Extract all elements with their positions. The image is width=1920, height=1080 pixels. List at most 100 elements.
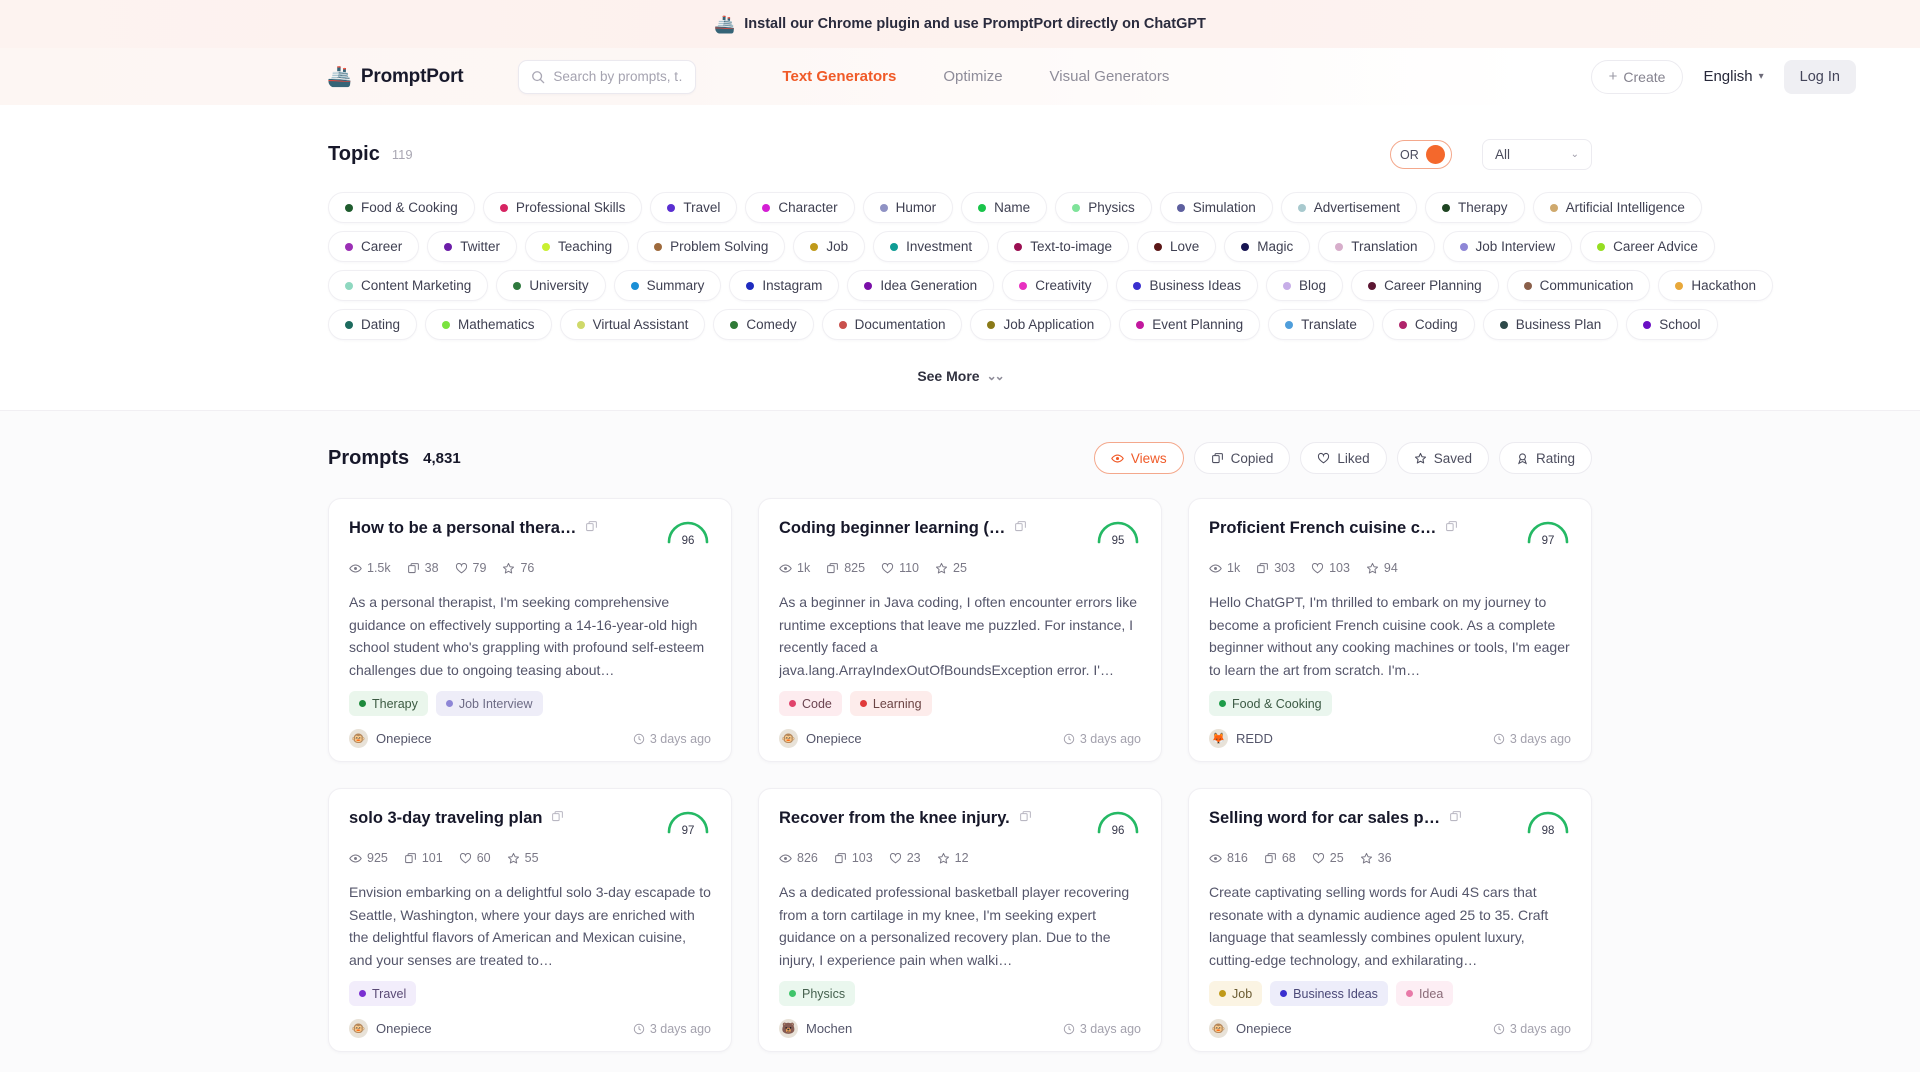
sort-tab-rating[interactable]: Rating (1498, 442, 1592, 474)
topic-tag[interactable]: Twitter (427, 231, 518, 262)
topic-tag[interactable]: Summary (613, 270, 722, 301)
prompt-title[interactable]: Coding beginner learning (… (779, 518, 1005, 539)
topic-tag[interactable]: Career (328, 231, 420, 262)
topic-tag[interactable]: Business Ideas (1116, 270, 1259, 301)
topic-tag[interactable]: Professional Skills (482, 192, 643, 223)
copy-icon[interactable] (1019, 810, 1032, 828)
brand-logo[interactable]: 🚢 PromptPort (327, 66, 464, 88)
prompt-title[interactable]: Selling word for car sales p… (1209, 808, 1440, 829)
topic-tag[interactable]: Communication (1506, 270, 1651, 301)
prompt-author[interactable]: 🐻 Mochen (779, 1019, 852, 1038)
topic-tag[interactable]: Event Planning (1119, 309, 1261, 340)
topic-tag[interactable]: Translation (1318, 231, 1435, 262)
nav-optimize[interactable]: Optimize (943, 68, 1002, 85)
prompt-author[interactable]: 🐵 Onepiece (779, 729, 862, 748)
topic-tag[interactable]: Comedy (713, 309, 814, 340)
copy-icon[interactable] (1445, 520, 1458, 538)
topic-tag[interactable]: Character (745, 192, 855, 223)
topic-tag[interactable]: Idea Generation (847, 270, 995, 301)
topic-tag[interactable]: Teaching (525, 231, 630, 262)
topic-tag[interactable]: Translate (1268, 309, 1374, 340)
prompt-card[interactable]: Proficient French cuisine c… 97 1k 303 103 94… (1188, 498, 1592, 762)
topic-tag[interactable]: Instagram (729, 270, 840, 301)
topic-tag[interactable]: Hackathon (1658, 270, 1773, 301)
prompt-chip[interactable]: Therapy (349, 691, 428, 716)
nav-text-generators[interactable]: Text Generators (782, 68, 896, 85)
sort-tab-copied[interactable]: Copied (1193, 442, 1291, 474)
prompt-author[interactable]: 🐵 Onepiece (349, 729, 432, 748)
topic-tag[interactable]: Content Marketing (328, 270, 489, 301)
prompt-card[interactable]: Coding beginner learning (… 95 1k 825 110 25 A… (758, 498, 1162, 762)
search-input[interactable]: Search by prompts, t… (518, 59, 697, 94)
topic-tag[interactable]: Mathematics (425, 309, 552, 340)
topic-tag[interactable]: Coding (1381, 309, 1475, 340)
topic-tag[interactable]: Travel (650, 192, 738, 223)
prompt-chip[interactable]: Business Ideas (1270, 981, 1388, 1006)
topic-color-dot (576, 320, 585, 329)
copy-icon[interactable] (1014, 520, 1027, 538)
topic-tag[interactable]: Business Plan (1482, 309, 1619, 340)
nav-visual-generators[interactable]: Visual Generators (1050, 68, 1170, 85)
prompt-author[interactable]: 🐵 Onepiece (349, 1019, 432, 1038)
topic-tag[interactable]: Artificial Intelligence (1532, 192, 1702, 223)
topic-tag[interactable]: Dating (328, 309, 418, 340)
create-button[interactable]: + Create (1590, 59, 1684, 94)
prompt-author[interactable]: 🐵 Onepiece (1209, 1019, 1292, 1038)
prompt-excerpt: Envision embarking on a delightful solo … (349, 884, 711, 969)
prompt-card[interactable]: Recover from the knee injury. 96 826 103 23 1… (758, 788, 1162, 1052)
prompt-title[interactable]: How to be a personal thera… (349, 518, 576, 539)
topic-tag[interactable]: Job (793, 231, 866, 262)
topic-tag[interactable]: Magic (1224, 231, 1311, 262)
see-more-button[interactable]: See More ⌄⌄ (917, 368, 1004, 384)
card-stats: 925 101 60 55 (349, 851, 711, 865)
topic-tag[interactable]: Love (1136, 231, 1217, 262)
prompt-chip[interactable]: Code (779, 691, 842, 716)
topic-tag[interactable]: Virtual Assistant (559, 309, 706, 340)
prompt-author[interactable]: 🦊 REDD (1209, 729, 1273, 748)
copy-icon[interactable] (551, 810, 564, 828)
prompt-chip[interactable]: Idea (1395, 981, 1454, 1006)
logic-toggle[interactable]: OR (1390, 140, 1452, 169)
prompt-chip[interactable]: Food & Cooking (1209, 691, 1332, 716)
topic-tag[interactable]: University (496, 270, 606, 301)
prompt-card[interactable]: solo 3-day traveling plan 97 925 101 60 55 Env… (328, 788, 732, 1052)
sort-tab-liked[interactable]: Liked (1300, 442, 1387, 474)
topic-tag[interactable]: Documentation (821, 309, 963, 340)
topic-tag[interactable]: Text-to-image (997, 231, 1129, 262)
topic-tag[interactable]: Humor (862, 192, 954, 223)
sort-tab-saved[interactable]: Saved (1396, 442, 1489, 474)
login-button[interactable]: Log In (1783, 59, 1856, 94)
prompt-chip[interactable]: Physics (779, 981, 856, 1006)
prompt-title[interactable]: Proficient French cuisine c… (1209, 518, 1436, 539)
topic-tag[interactable]: Job Interview (1442, 231, 1573, 262)
language-selector[interactable]: English ▾ (1703, 68, 1763, 85)
topic-tag[interactable]: Food & Cooking (328, 192, 475, 223)
topic-tag[interactable]: Career Planning (1351, 270, 1499, 301)
chrome-plugin-banner[interactable]: 🚢 Install our Chrome plugin and use Prom… (0, 0, 1920, 48)
topic-tag[interactable]: Job Application (970, 309, 1112, 340)
topic-tag[interactable]: Advertisement (1280, 192, 1418, 223)
topic-tag[interactable]: Creativity (1002, 270, 1109, 301)
prompt-chip[interactable]: Travel (349, 981, 417, 1006)
topic-tag[interactable]: Problem Solving (637, 231, 786, 262)
topic-tag[interactable]: Simulation (1159, 192, 1273, 223)
prompt-title[interactable]: solo 3-day traveling plan (349, 808, 542, 829)
copy-icon[interactable] (1449, 810, 1462, 828)
sort-tab-views[interactable]: Views (1093, 442, 1184, 474)
prompt-card[interactable]: How to be a personal thera… 96 1.5k 38 79 76 A… (328, 498, 732, 762)
topic-tag[interactable]: Therapy (1425, 192, 1525, 223)
topic-filter-select[interactable]: All ⌄ (1482, 139, 1592, 170)
prompt-title[interactable]: Recover from the knee injury. (779, 808, 1010, 829)
prompt-card[interactable]: Selling word for car sales p… 98 816 68 25 36… (1188, 788, 1592, 1052)
topic-tag[interactable]: Physics (1055, 192, 1152, 223)
topic-tag[interactable]: Name (961, 192, 1048, 223)
prompt-chip[interactable]: Job (1209, 981, 1263, 1006)
prompt-chip[interactable]: Learning (849, 691, 932, 716)
topic-tag[interactable]: Investment (873, 231, 990, 262)
topic-tag[interactable]: Blog (1266, 270, 1344, 301)
topic-tag-label: Documentation (854, 317, 946, 332)
topic-tag[interactable]: Career Advice (1580, 231, 1715, 262)
prompt-chip[interactable]: Job Interview (435, 691, 543, 716)
copy-icon[interactable] (585, 520, 598, 538)
topic-tag[interactable]: School (1626, 309, 1718, 340)
